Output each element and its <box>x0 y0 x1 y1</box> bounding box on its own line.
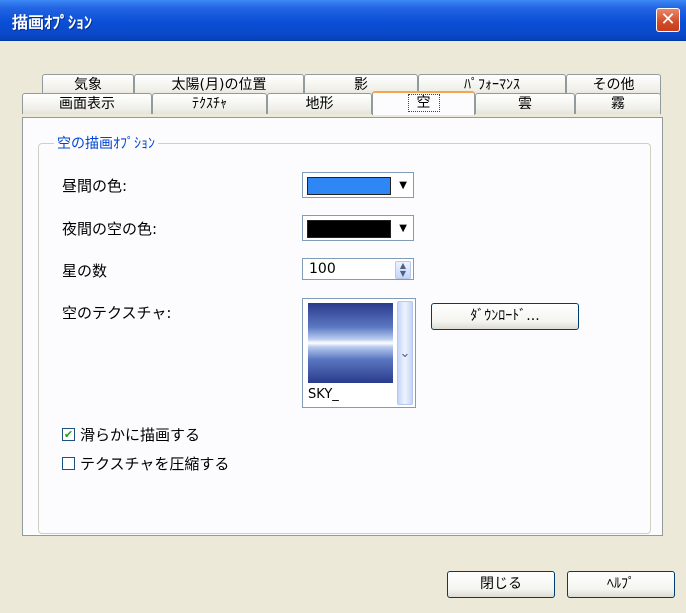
texture-selector[interactable]: SKY_ ⌄ <box>302 298 416 408</box>
smooth-label: 滑らかに描画する <box>80 426 201 444</box>
texture-name: SKY_ <box>308 387 339 402</box>
day-color-swatch <box>307 177 391 195</box>
stars-value: 100 <box>309 261 336 277</box>
tab-fog[interactable]: 霧 <box>575 93 661 114</box>
stars-stepper[interactable]: 100 ▲ ▼ <box>302 258 414 280</box>
tab-sky-label: 空 <box>407 94 440 112</box>
tab-terrain[interactable]: 地形 <box>267 93 372 114</box>
tab-texture[interactable]: ﾃｸｽﾁｬ <box>152 93 267 114</box>
day-color-picker[interactable]: ▼ <box>302 172 414 198</box>
night-color-picker[interactable]: ▼ <box>302 215 414 241</box>
close-button[interactable]: 閉じる <box>447 571 555 598</box>
day-color-label: 昼間の色: <box>62 177 128 195</box>
smooth-checkbox[interactable]: ✔ <box>62 428 75 441</box>
tab-display[interactable]: 画面表示 <box>22 93 152 114</box>
dropdown-icon: ▼ <box>399 223 407 234</box>
tab-clouds[interactable]: 雲 <box>475 93 575 114</box>
spin-down-icon[interactable]: ▼ <box>400 269 406 278</box>
download-button[interactable]: ﾀﾞｳﾝﾛｰﾄﾞ... <box>431 303 579 330</box>
close-icon[interactable]: ✕ <box>656 8 680 32</box>
dropdown-icon: ▼ <box>399 180 407 191</box>
tab-weather[interactable]: 気象 <box>42 74 134 95</box>
tab-sun-position[interactable]: 太陽(月)の位置 <box>134 74 304 95</box>
sky-texture-preview <box>308 303 393 383</box>
tab-other[interactable]: その他 <box>566 74 661 95</box>
night-color-label: 夜間の空の色: <box>62 220 158 238</box>
night-color-swatch <box>307 220 391 238</box>
help-button[interactable]: ﾍﾙﾌﾟ <box>567 571 675 598</box>
texture-label: 空のテクスチャ: <box>62 304 172 322</box>
compress-checkbox[interactable] <box>62 457 75 470</box>
window-title: 描画ｵﾌﾟｼｮﾝ <box>12 13 93 32</box>
title-bar: 描画ｵﾌﾟｼｮﾝ ✕ <box>0 0 686 41</box>
chevron-down-icon[interactable]: ⌄ <box>397 301 413 405</box>
group-title: 空の描画ｵﾌﾟｼｮﾝ <box>54 133 158 153</box>
tab-sky[interactable]: 空 <box>372 91 475 115</box>
stars-label: 星の数 <box>62 262 108 280</box>
compress-label: テクスチャを圧縮する <box>80 455 230 473</box>
spin-buttons[interactable]: ▲ ▼ <box>395 261 411 279</box>
